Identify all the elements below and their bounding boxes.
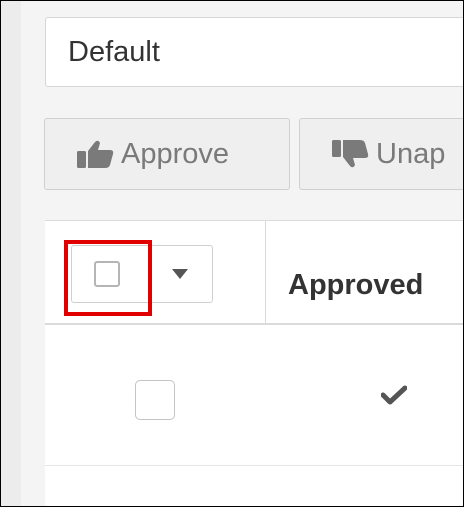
thumbs-up-icon [75, 139, 115, 169]
row-select-checkbox[interactable] [135, 380, 175, 420]
column-divider [265, 221, 266, 323]
view-selector-value: Default [68, 35, 160, 68]
screenshot-frame: Default Approve Unap Approved [0, 0, 464, 507]
approve-button-label: Approve [121, 137, 230, 170]
view-selector[interactable]: Default [45, 17, 463, 87]
column-header-approved[interactable]: Approved [288, 269, 423, 302]
thumbs-down-icon [330, 139, 370, 169]
highlight-annotation [64, 240, 152, 316]
chevron-down-icon[interactable] [172, 269, 188, 279]
unapprove-button-label: Unap [376, 137, 446, 170]
approve-button[interactable]: Approve [44, 118, 290, 190]
unapprove-button[interactable]: Unap [299, 118, 463, 190]
table-row [45, 325, 463, 466]
check-icon [380, 385, 408, 410]
